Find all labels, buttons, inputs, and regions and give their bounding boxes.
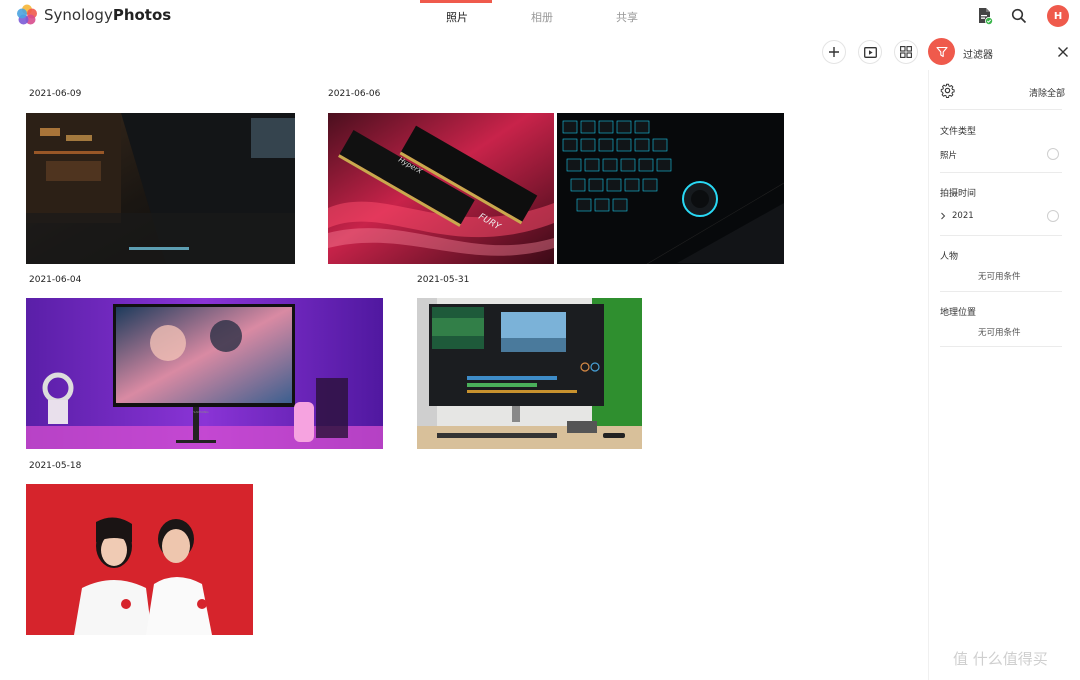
photo-image: SAMSUNG bbox=[26, 298, 383, 449]
photo-image bbox=[26, 113, 295, 264]
filter-location-empty: 无可用条件 bbox=[978, 328, 1021, 338]
date-header: 2021-05-18 bbox=[29, 461, 82, 471]
filter-settings-button[interactable] bbox=[938, 81, 956, 99]
document-check-icon bbox=[979, 8, 993, 25]
filter-people-empty: 无可用条件 bbox=[978, 272, 1021, 282]
filter-option-year-radio[interactable] bbox=[1047, 210, 1059, 222]
filter-option-photo[interactable]: 照片 bbox=[940, 149, 957, 161]
top-bar: SynologyPhotos 照片 相册 共享 H bbox=[0, 0, 1080, 34]
filter-option-photo-radio[interactable] bbox=[1047, 148, 1059, 160]
divider bbox=[940, 291, 1062, 292]
active-tab-indicator bbox=[420, 0, 492, 3]
plus-icon bbox=[829, 47, 839, 57]
photo-image bbox=[557, 113, 784, 264]
filter-toggle-button[interactable] bbox=[928, 38, 955, 65]
filter-section-people: 人物 bbox=[940, 252, 959, 262]
photo-thumbnail-ram-modules[interactable]: FURY HyperX bbox=[328, 113, 554, 264]
gear-icon bbox=[940, 83, 955, 98]
photo-thumbnail-editing-monitor[interactable] bbox=[417, 298, 642, 449]
slideshow-button[interactable] bbox=[858, 40, 882, 64]
filter-panel bbox=[928, 70, 1080, 680]
filter-section-time: 拍摄时间 bbox=[940, 189, 977, 199]
date-header: 2021-06-06 bbox=[328, 89, 381, 99]
photo-image: FURY HyperX bbox=[328, 113, 554, 264]
close-icon bbox=[1058, 47, 1068, 57]
divider bbox=[940, 235, 1062, 236]
photo-image bbox=[26, 484, 253, 635]
add-button[interactable] bbox=[822, 40, 846, 64]
monitor-brand-label: SAMSUNG bbox=[193, 410, 209, 414]
divider bbox=[940, 109, 1062, 110]
date-header: 2021-06-09 bbox=[29, 89, 82, 99]
user-avatar[interactable]: H bbox=[1047, 5, 1069, 27]
grid-icon bbox=[900, 46, 912, 58]
watermark: 值 什么值得买 bbox=[953, 650, 1048, 668]
filter-option-year[interactable]: 2021 bbox=[952, 211, 974, 221]
tab-albums[interactable]: 相册 bbox=[531, 9, 553, 25]
photo-thumbnail-monitor-desk[interactable]: SAMSUNG bbox=[26, 298, 383, 449]
photo-thumbnail-game-screenshot[interactable] bbox=[26, 113, 295, 264]
filter-section-file-type: 文件类型 bbox=[940, 127, 977, 137]
divider bbox=[940, 172, 1062, 173]
app-brand: SynologyPhotos bbox=[44, 6, 172, 24]
date-header: 2021-05-31 bbox=[417, 275, 470, 285]
divider bbox=[940, 346, 1062, 347]
photo-thumbnail-keyboard[interactable] bbox=[557, 113, 784, 264]
view-mode-button[interactable] bbox=[894, 40, 918, 64]
search-icon bbox=[1011, 8, 1027, 24]
play-screen-icon bbox=[863, 46, 877, 58]
chevron-right-icon[interactable] bbox=[940, 212, 946, 220]
synology-photos-logo-icon bbox=[17, 4, 37, 25]
search-button[interactable] bbox=[1008, 5, 1030, 27]
close-filter-button[interactable] bbox=[1055, 44, 1071, 60]
tab-shared[interactable]: 共享 bbox=[616, 9, 638, 25]
funnel-icon bbox=[935, 46, 948, 57]
tab-photos[interactable]: 照片 bbox=[446, 9, 468, 25]
date-header: 2021-06-04 bbox=[29, 275, 82, 285]
filter-section-location: 地理位置 bbox=[940, 308, 977, 318]
clear-all-button[interactable]: 清除全部 bbox=[1029, 86, 1065, 99]
photo-thumbnail-couple-portrait[interactable] bbox=[26, 484, 253, 635]
filter-panel-title: 过滤器 bbox=[963, 50, 993, 61]
task-status-button[interactable] bbox=[974, 5, 996, 27]
photo-image bbox=[417, 298, 642, 449]
